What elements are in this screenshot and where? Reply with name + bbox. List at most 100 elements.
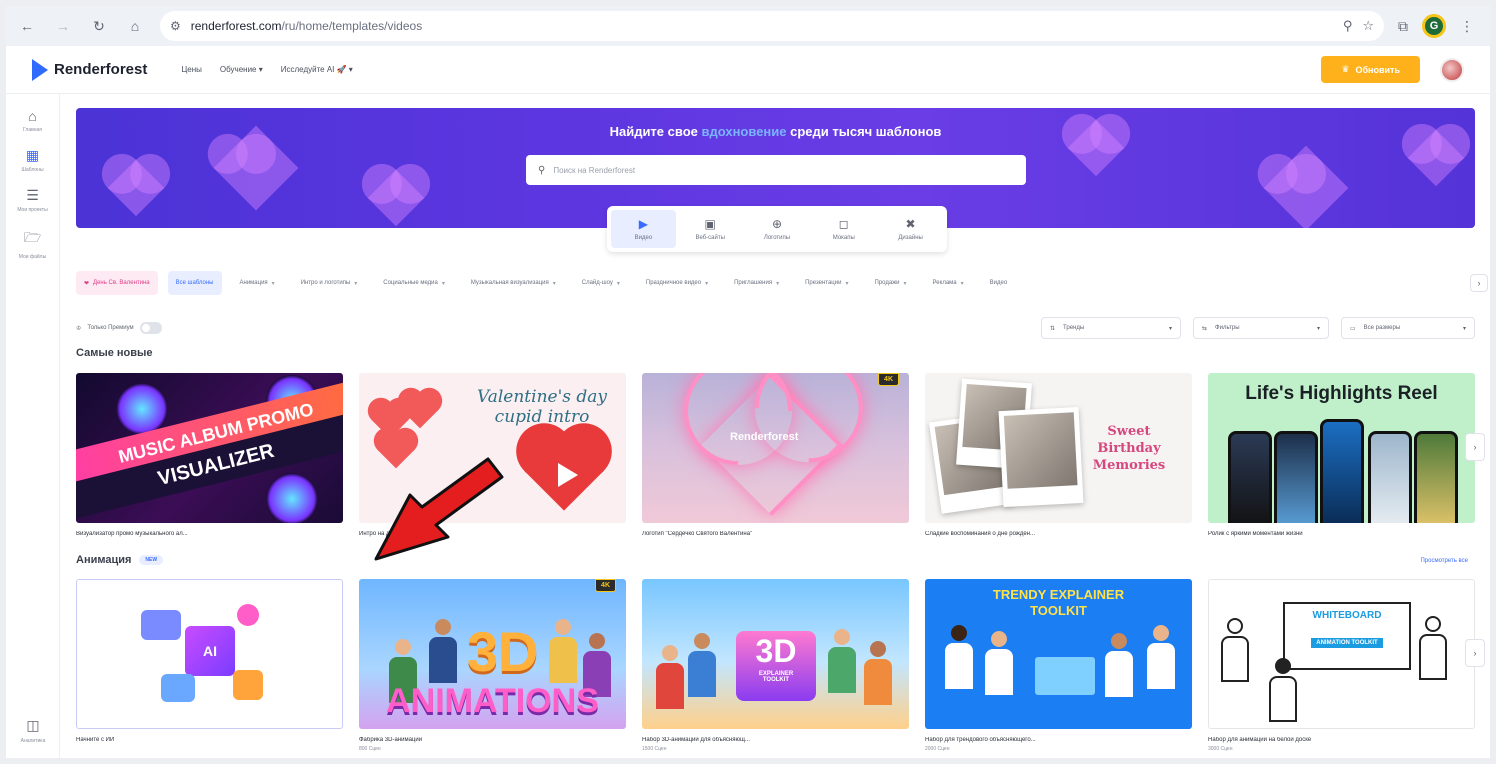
template-card[interactable]: AI Начните с ИИ bbox=[76, 579, 343, 743]
chip-video[interactable]: Видео bbox=[982, 271, 1016, 295]
thumb-text: ANIMATIONS bbox=[386, 682, 599, 720]
upgrade-button[interactable]: ♛ Обновить bbox=[1321, 56, 1420, 83]
site-info-icon[interactable]: ⚙ bbox=[170, 19, 181, 33]
card-title[interactable]: Набор для анимации на белой доске bbox=[1208, 737, 1475, 743]
card-title[interactable]: Набор 3D-анимаций для объясняющ... bbox=[642, 737, 909, 743]
card-title[interactable]: Начните с ИИ bbox=[76, 737, 343, 743]
card-thumbnail[interactable]: Renderforest 4K bbox=[642, 373, 909, 523]
url-host: renderforest.com bbox=[190, 19, 282, 33]
card-thumbnail[interactable]: WHITEBOARD ANIMATION TOOLKIT bbox=[1208, 579, 1475, 729]
premium-toggle[interactable] bbox=[139, 322, 162, 334]
chip-social[interactable]: Социальные медиа ▾ bbox=[375, 271, 453, 295]
reload-icon[interactable]: ↻ bbox=[88, 15, 110, 37]
card-thumbnail[interactable]: Valentine's day cupid intro bbox=[359, 373, 626, 523]
bookmark-star-icon[interactable]: ☆ bbox=[1362, 18, 1374, 34]
chip-music-viz[interactable]: Музыкальная визуализация ▾ bbox=[463, 271, 564, 295]
carousel-next-icon[interactable]: › bbox=[1465, 433, 1485, 461]
card-scene-count: 800 Сцен bbox=[359, 746, 381, 752]
renderforest-logo[interactable]: Renderforest bbox=[32, 58, 147, 81]
chevron-right-icon[interactable]: › bbox=[1470, 274, 1488, 292]
photo-frame bbox=[998, 406, 1084, 508]
video-icon: ▶ bbox=[638, 217, 649, 231]
card-title[interactable]: Фабрика 3D-анимации bbox=[359, 737, 626, 743]
filters-select[interactable]: ⇆ Фильтры ▾ bbox=[1193, 317, 1329, 339]
badge-4k: 4K bbox=[878, 373, 899, 386]
card-thumbnail[interactable]: AI bbox=[76, 579, 343, 729]
template-card[interactable]: TRENDY EXPLAINER TOOLKIT Набор для тренд… bbox=[925, 579, 1192, 752]
card-title[interactable]: Визуализатор промо музыкального ал... bbox=[76, 531, 343, 537]
extensions-icon[interactable]: ⧉ bbox=[1398, 18, 1408, 35]
left-sidebar: ⌂ Главная ▦ Шаблоны ☰ Мои проекты 🗁 Мои … bbox=[6, 94, 60, 758]
card-thumbnail[interactable]: MUSIC ALBUM PROMO VISUALIZER bbox=[76, 373, 343, 523]
sidebar-item-label: Шаблоны bbox=[21, 167, 44, 173]
tab-websites[interactable]: ▣ Веб-сайты bbox=[678, 210, 743, 248]
carousel-next-icon[interactable]: › bbox=[1465, 639, 1485, 667]
address-bar[interactable]: ⚙ renderforest.com/ru/home/templates/vid… bbox=[160, 11, 1384, 41]
card-thumbnail[interactable]: 3D ANIMATIONS 4K bbox=[359, 579, 626, 729]
template-card[interactable]: MUSIC ALBUM PROMO VISUALIZER Визуализато… bbox=[76, 373, 343, 537]
filter-icon: ⇆ bbox=[1202, 325, 1208, 332]
nav-learning[interactable]: Обучение ▾ bbox=[220, 65, 263, 74]
size-select[interactable]: ▭ Все размеры ▾ bbox=[1341, 317, 1475, 339]
browser-menu-icon[interactable]: ⋮ bbox=[1460, 18, 1474, 35]
chip-sales[interactable]: Продажи ▾ bbox=[866, 271, 914, 295]
card-title[interactable]: Ролик с яркими моментами жизни bbox=[1208, 531, 1475, 537]
chevron-down-icon: ▾ bbox=[1168, 325, 1172, 332]
section-title-animation: Анимация NEW bbox=[76, 554, 164, 566]
card-thumbnail[interactable]: Sweet Birthday Memories bbox=[925, 373, 1192, 523]
template-card[interactable]: WHITEBOARD ANIMATION TOOLKIT Набор для а… bbox=[1208, 579, 1475, 752]
card-title[interactable]: Логотип "Сердечко Святого Валентина" bbox=[642, 531, 909, 537]
chip-animation[interactable]: Анимация ▾ bbox=[232, 271, 283, 295]
chat-bubble-shape bbox=[141, 610, 181, 640]
card-thumbnail[interactable]: 3D EXPLAINER TOOLKIT bbox=[642, 579, 909, 729]
sidebar-item-projects[interactable]: ☰ Мои проекты bbox=[8, 187, 58, 213]
chip-all-templates[interactable]: Все шаблоны bbox=[167, 271, 222, 295]
see-all-link[interactable]: Просмотреть все bbox=[1420, 558, 1468, 564]
chip-invitations[interactable]: Приглашения ▾ bbox=[726, 271, 787, 295]
sidebar-item-analytics[interactable]: ◫ Аналитика bbox=[6, 717, 60, 744]
zoom-icon[interactable]: ⚲ bbox=[1343, 18, 1353, 34]
user-avatar[interactable] bbox=[1440, 57, 1464, 82]
tab-logos[interactable]: ⊕ Логотипы bbox=[745, 210, 810, 248]
thumb-text: Sweet Birthday Memories bbox=[1092, 424, 1166, 473]
tab-designs[interactable]: ✖ Дизайны bbox=[878, 210, 943, 248]
template-card[interactable]: Sweet Birthday Memories Сладкие воспомин… bbox=[925, 373, 1192, 537]
tab-mockups[interactable]: ◻ Мокапы bbox=[811, 210, 876, 248]
chip-valentine[interactable]: ❤ День Св. Валентина bbox=[76, 271, 158, 295]
chevron-down-icon: ▾ bbox=[705, 280, 709, 287]
sidebar-item-home[interactable]: ⌂ Главная bbox=[8, 108, 58, 133]
chip-intro[interactable]: Интро и логотипы ▾ bbox=[293, 271, 366, 295]
ai-tile: AI bbox=[185, 626, 235, 676]
upgrade-label: Обновить bbox=[1355, 64, 1401, 75]
template-card[interactable]: Valentine's day cupid intro Интро на ден… bbox=[359, 373, 626, 537]
nav-explore-ai[interactable]: Исследуйте AI 🚀 ▾ bbox=[281, 65, 353, 74]
crown-icon: ♔ bbox=[76, 325, 82, 332]
template-card[interactable]: 3D EXPLAINER TOOLKIT Набор 3D-анимаций д… bbox=[642, 579, 909, 752]
sort-select[interactable]: ⇅ Тренды ▾ bbox=[1041, 317, 1181, 339]
search-input[interactable]: ⚲ Поиск на Renderforest bbox=[526, 155, 1026, 185]
forward-arrow-icon[interactable]: → bbox=[52, 15, 74, 37]
chip-presentations[interactable]: Презентации ▾ bbox=[797, 271, 856, 295]
chevron-down-icon: ▾ bbox=[552, 280, 556, 287]
sidebar-item-templates[interactable]: ▦ Шаблоны bbox=[8, 147, 58, 173]
template-card[interactable]: 3D ANIMATIONS 4K Фабрика 3D-анимации 800… bbox=[359, 579, 626, 752]
profile-avatar[interactable]: G bbox=[1422, 14, 1446, 38]
card-title[interactable]: Набор для трендового объясняющего... bbox=[925, 737, 1192, 743]
sidebar-item-files[interactable]: 🗁 Мои файлы bbox=[8, 227, 58, 260]
chip-slideshow[interactable]: Слайд-шоу ▾ bbox=[574, 271, 628, 295]
chip-ads[interactable]: Реклама ▾ bbox=[925, 271, 972, 295]
card-title[interactable]: Интро на день святого Вале... bbox=[359, 531, 626, 537]
template-card[interactable]: Renderforest 4K Логотип "Сердечко Святог… bbox=[642, 373, 909, 537]
card-title[interactable]: Сладкие воспоминания о дне рожден... bbox=[925, 531, 1192, 537]
chevron-down-icon: ▾ bbox=[776, 280, 780, 287]
card-thumbnail[interactable]: TRENDY EXPLAINER TOOLKIT bbox=[925, 579, 1192, 729]
hearts-icon: ❤ bbox=[84, 280, 90, 287]
chip-holiday[interactable]: Праздничное видео ▾ bbox=[638, 271, 716, 295]
card-thumbnail[interactable]: Life's Highlights Reel bbox=[1208, 373, 1475, 523]
chevron-down-icon: ▾ bbox=[1316, 325, 1320, 332]
nav-pricing[interactable]: Цены bbox=[181, 65, 202, 74]
template-card[interactable]: Life's Highlights Reel Ролик с яркими мо… bbox=[1208, 373, 1475, 537]
tab-video[interactable]: ▶ Видео bbox=[611, 210, 676, 248]
home-icon[interactable]: ⌂ bbox=[124, 15, 146, 37]
back-arrow-icon[interactable]: ← bbox=[16, 15, 38, 37]
